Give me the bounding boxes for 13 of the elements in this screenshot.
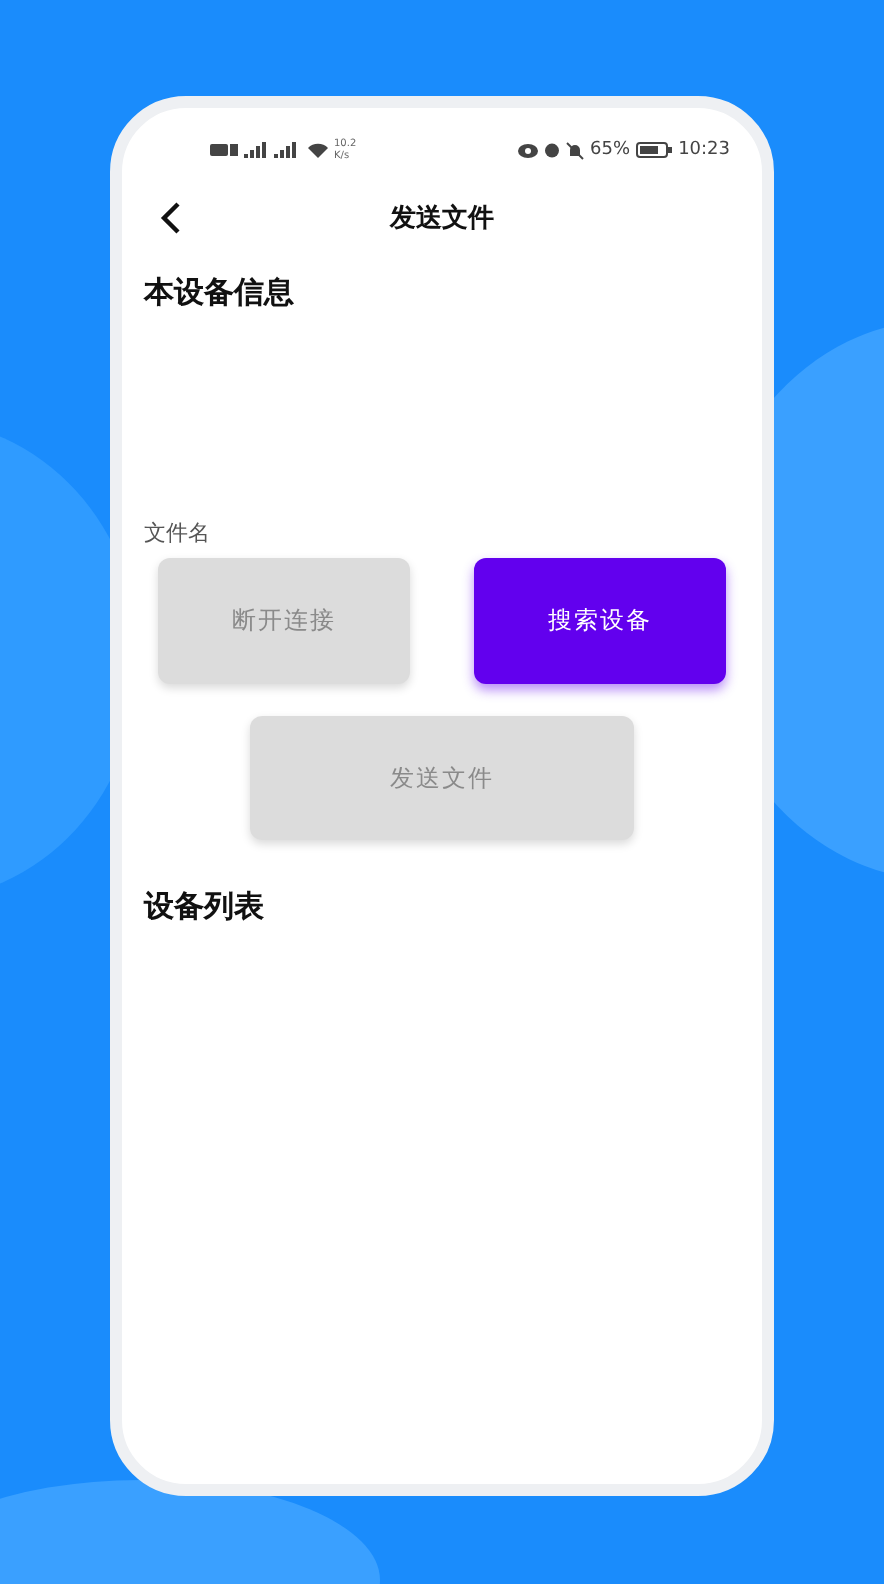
- eye-icon: [518, 143, 539, 157]
- section-heading: 设备列表: [144, 888, 264, 926]
- back-icon[interactable]: [158, 200, 182, 236]
- clock-time: 10:23: [678, 140, 730, 160]
- search-devices-button[interactable]: 搜索设备: [474, 558, 726, 684]
- battery-icon: [636, 142, 673, 158]
- signal-icon: [210, 142, 302, 158]
- file-name-label: 文件名: [144, 518, 210, 548]
- page-title: 发送文件: [390, 201, 494, 236]
- wifi-icon: [308, 142, 328, 158]
- section-heading: 本设备信息: [144, 274, 294, 312]
- battery-percent: 65%: [590, 140, 631, 160]
- muted-bell-icon: [566, 141, 585, 159]
